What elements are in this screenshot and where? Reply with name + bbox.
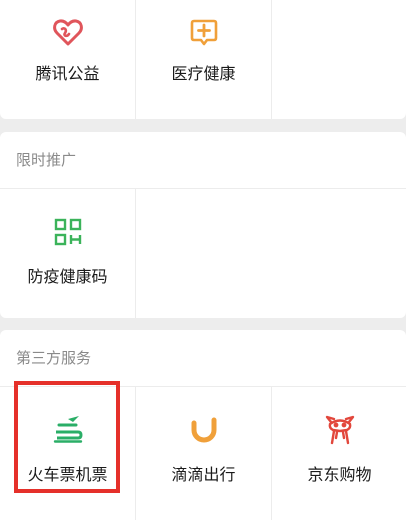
service-tencent-charity[interactable]: 腾讯公益 [0, 0, 135, 119]
qr-code-icon [52, 216, 84, 248]
medical-plus-icon [188, 16, 220, 48]
service-label: 医疗健康 [171, 64, 236, 83]
service-label: 腾讯公益 [35, 64, 100, 83]
divider [135, 189, 136, 318]
limited-promo-card: 限时推广 防疫健康码 [0, 132, 406, 318]
service-label: 滴滴出行 [171, 465, 236, 484]
service-label: 京东购物 [307, 465, 372, 484]
section-title: 限时推广 [16, 151, 77, 169]
jd-dog-icon [324, 414, 356, 446]
divider [271, 0, 272, 119]
service-jd-shopping[interactable]: 京东购物 [272, 387, 406, 520]
didi-icon [188, 414, 220, 446]
service-label: 防疫健康码 [27, 267, 108, 286]
charity-heart-icon [52, 16, 84, 48]
highlight-box [14, 381, 120, 493]
service-health-code[interactable]: 防疫健康码 [0, 189, 135, 318]
service-medical-health[interactable]: 医疗健康 [136, 0, 271, 119]
section-title: 第三方服务 [16, 349, 92, 367]
service-didi[interactable]: 滴滴出行 [136, 387, 271, 520]
top-services-card: 腾讯公益 医疗健康 [0, 0, 406, 119]
